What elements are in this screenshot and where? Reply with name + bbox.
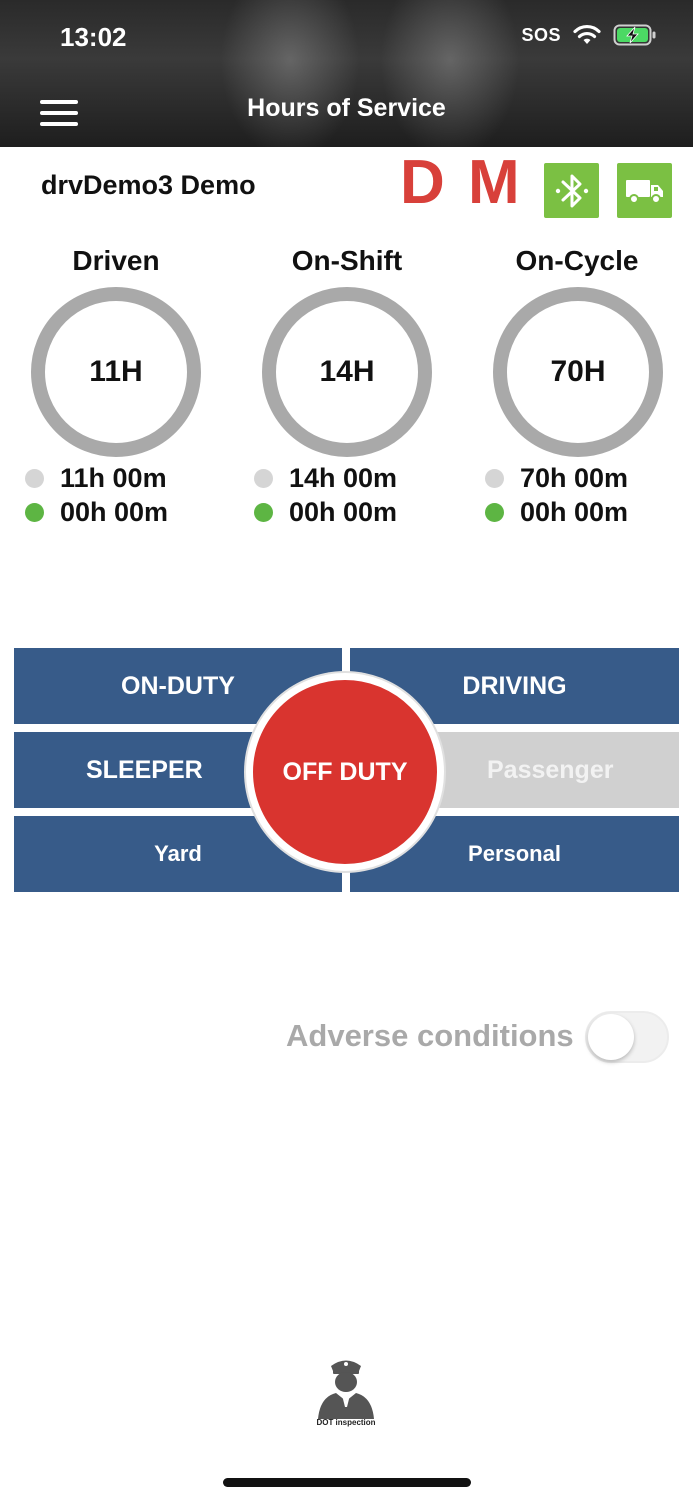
- off-duty-label: OFF DUTY: [282, 757, 408, 786]
- driving-label: DRIVING: [462, 671, 567, 700]
- gauge-used-row: 00h 00m: [485, 497, 628, 528]
- gauge-used: 00h 00m: [520, 497, 629, 527]
- gauge-remaining: 70h 00m: [520, 463, 629, 493]
- sleeper-label: SLEEPER: [86, 755, 203, 784]
- green-dot-icon: [485, 503, 504, 522]
- indicator-m: M: [468, 148, 520, 217]
- gauge-remaining-row: 70h 00m: [485, 463, 628, 494]
- toggle-knob: [588, 1014, 634, 1060]
- sos-indicator: SOS: [521, 24, 561, 45]
- battery-charging-icon: [613, 24, 657, 46]
- truck-icon[interactable]: [617, 163, 672, 218]
- driver-name: drvDemo3 Demo: [41, 170, 256, 200]
- header-glare: [220, 0, 360, 147]
- gauge-on-cycle: On-Cycle 70H 70h 00m 00h 00m: [462, 245, 692, 527]
- dot-inspection-label: DOT inspection: [316, 1418, 376, 1427]
- gauge-used: 00h 00m: [60, 497, 169, 527]
- gauge-center-value: 70H: [550, 355, 606, 388]
- dot-inspection-button[interactable]: DOT inspection: [306, 1355, 386, 1435]
- gauge-used-row: 00h 00m: [254, 497, 397, 528]
- adverse-conditions-label: Adverse conditions: [286, 1018, 574, 1053]
- personal-label: Personal: [468, 841, 561, 866]
- gray-dot-icon: [485, 469, 504, 488]
- gauge-remaining: 14h 00m: [289, 463, 398, 493]
- page-title: Hours of Service: [247, 94, 446, 122]
- passenger-button[interactable]: Passenger: [424, 732, 679, 808]
- gauge-on-shift: On-Shift 14H 14h 00m 00h 00m: [232, 245, 462, 527]
- indicator-d: D: [400, 148, 445, 217]
- gauge-center-value: 14H: [319, 355, 375, 388]
- police-officer-icon: [318, 1360, 374, 1419]
- gauge-driven: Driven 11H 11h 00m 00h 00m: [1, 245, 231, 527]
- gauge-center-value: 11H: [89, 355, 143, 388]
- sleeper-button[interactable]: SLEEPER: [14, 732, 270, 808]
- home-indicator[interactable]: [223, 1478, 471, 1487]
- gray-dot-icon: [254, 469, 273, 488]
- gauge-ring: 11H: [31, 287, 201, 457]
- gauge-used-row: 00h 00m: [25, 497, 168, 528]
- gauge-label: On-Cycle: [515, 245, 639, 276]
- gauge-ring: 14H: [262, 287, 432, 457]
- yard-label: Yard: [154, 841, 202, 866]
- gauge-remaining-row: 11h 00m: [25, 463, 167, 494]
- gauge-remaining: 11h 00m: [60, 463, 167, 493]
- gauge-remaining-row: 14h 00m: [254, 463, 397, 494]
- off-duty-button[interactable]: OFF DUTY: [246, 673, 444, 871]
- green-dot-icon: [25, 503, 44, 522]
- gauge-label: On-Shift: [291, 245, 403, 276]
- status-time: 13:02: [60, 22, 127, 52]
- app-header: 13:02 SOS Hours of Service: [0, 0, 693, 147]
- on-duty-label: ON-DUTY: [121, 671, 235, 700]
- status-icons: SOS: [521, 24, 657, 46]
- gauge-used: 00h 00m: [289, 497, 398, 527]
- header-glare: [380, 0, 520, 147]
- wifi-icon: [573, 24, 601, 46]
- adverse-conditions-toggle[interactable]: [585, 1011, 669, 1063]
- gauge-ring: 70H: [493, 287, 663, 457]
- passenger-label: Passenger: [487, 755, 614, 784]
- bluetooth-icon[interactable]: [544, 163, 599, 218]
- green-dot-icon: [254, 503, 273, 522]
- gauge-label: Driven: [72, 245, 160, 276]
- gray-dot-icon: [25, 469, 44, 488]
